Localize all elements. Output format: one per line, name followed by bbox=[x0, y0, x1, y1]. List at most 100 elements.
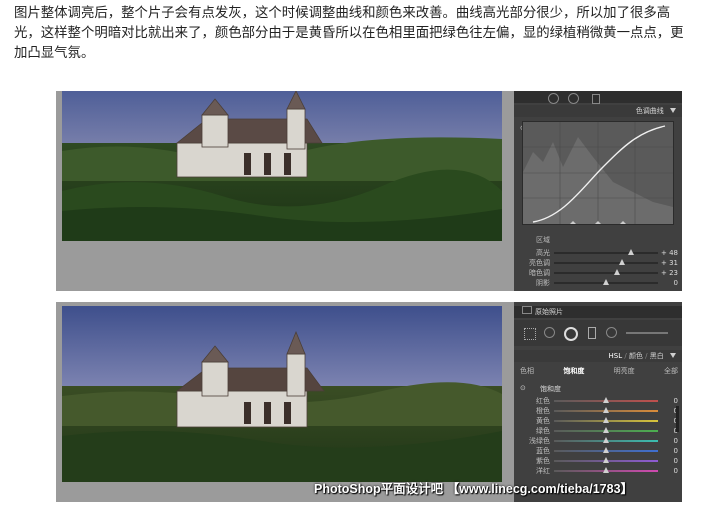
circle-tool-icon[interactable] bbox=[548, 93, 559, 104]
tone-slider-row[interactable]: 暗色调 + 23 bbox=[520, 268, 678, 277]
slider-value: 0 bbox=[658, 427, 678, 435]
intro-text: 图片整体调亮后，整个片子会有点发灰，这个时候调整曲线和颜色来改善。曲线高光部分很… bbox=[14, 4, 714, 64]
slider-label: 暗色调 bbox=[529, 268, 550, 277]
hsl-slider-row[interactable]: 红色 0 bbox=[520, 396, 678, 405]
slider-thumb[interactable] bbox=[603, 466, 609, 473]
watermark: PhotoShop平面设计吧 【www.linecg.com/tieba/178… bbox=[314, 482, 634, 496]
saturation-subtitle: 饱和度 bbox=[540, 385, 561, 393]
slider-label: 亮色调 bbox=[529, 258, 550, 267]
collapse-icon bbox=[670, 108, 676, 113]
slider-thumb[interactable] bbox=[603, 416, 609, 423]
slider-track[interactable] bbox=[554, 446, 658, 453]
slider-track[interactable] bbox=[554, 278, 658, 285]
redeye-tool-icon[interactable] bbox=[564, 327, 578, 341]
radial-filter-icon[interactable] bbox=[606, 327, 617, 338]
target-adjust-icon[interactable]: ⊙ bbox=[520, 384, 526, 392]
slider-track[interactable] bbox=[554, 248, 658, 255]
slider-label: 绿色 bbox=[536, 426, 550, 435]
slider-track[interactable] bbox=[554, 456, 658, 463]
spot-removal-icon[interactable] bbox=[544, 327, 555, 338]
hsl-slider-row[interactable]: 蓝色 0 bbox=[520, 446, 678, 455]
bw-title[interactable]: 黑白 bbox=[650, 352, 664, 360]
screenshot-hsl: 原始照片 HSL / 颜色 / 黑白 色相 饱和度 明亮度 全部 ⊙ 饱和度 红… bbox=[56, 302, 682, 502]
slider-track[interactable] bbox=[554, 416, 658, 423]
hsl-slider-row[interactable]: 紫色 0 bbox=[520, 456, 678, 465]
slider-label: 洋红 bbox=[536, 466, 550, 475]
hsl-tabs: 色相 饱和度 明亮度 全部 bbox=[520, 366, 678, 376]
slider-value: 0 bbox=[673, 278, 678, 287]
tone-slider-row[interactable]: 亮色调 + 31 bbox=[520, 258, 678, 267]
hsl-title[interactable]: HSL bbox=[609, 352, 623, 360]
slider-label: 浅绿色 bbox=[529, 436, 550, 445]
slider-thumb[interactable] bbox=[603, 278, 609, 285]
slider-label: 蓝色 bbox=[536, 446, 550, 455]
tone-curve-header[interactable]: 色调曲线 bbox=[514, 105, 682, 117]
slider-value: 0 bbox=[673, 456, 678, 465]
original-photo-label: 原始照片 bbox=[535, 308, 563, 316]
tone-curve-graph[interactable] bbox=[522, 121, 674, 225]
slider-value: 0 bbox=[658, 407, 678, 415]
slider-label: 阴影 bbox=[536, 278, 550, 287]
region-label: 区域 bbox=[536, 236, 550, 244]
slider-thumb[interactable] bbox=[627, 248, 634, 255]
intro-line-2: 光，这样整个明暗对比就出来了，颜色部分由于是黄昏所以在色相里面把绿色往左偏，显的… bbox=[14, 26, 684, 41]
slider-thumb[interactable] bbox=[618, 258, 625, 265]
tone-slider-row[interactable]: 阴影 0 bbox=[520, 278, 678, 287]
hsl-slider-row[interactable]: 浅绿色 0 bbox=[520, 436, 678, 445]
original-photo-header[interactable]: 原始照片 bbox=[514, 306, 682, 318]
slider-label: 橙色 bbox=[536, 406, 550, 415]
slider-thumb[interactable] bbox=[603, 406, 609, 413]
church-photo-1 bbox=[62, 91, 502, 241]
tab-saturation[interactable]: 饱和度 bbox=[563, 366, 584, 376]
brush-tool-icon[interactable] bbox=[592, 94, 600, 104]
gradient-tool-icon[interactable] bbox=[588, 327, 596, 339]
slider-value: + 48 bbox=[661, 248, 678, 257]
toolbar-icons bbox=[514, 91, 682, 104]
intro-line-1: 图片整体调亮后，整个片子会有点发灰，这个时候调整曲线和颜色来改善。曲线高光部分很… bbox=[14, 6, 671, 21]
scrollbar[interactable] bbox=[676, 406, 679, 432]
slider-label: 黄色 bbox=[536, 416, 550, 425]
crop-tool-icon[interactable] bbox=[524, 328, 536, 340]
brush-slider[interactable] bbox=[626, 332, 668, 334]
slider-thumb[interactable] bbox=[614, 268, 621, 275]
tab-luminance[interactable]: 明亮度 bbox=[614, 366, 635, 376]
slider-track[interactable] bbox=[554, 426, 658, 433]
slider-track[interactable] bbox=[554, 436, 658, 443]
slider-value: + 23 bbox=[661, 268, 678, 277]
slider-value: 0 bbox=[658, 417, 678, 425]
hsl-panel: 原始照片 HSL / 颜色 / 黑白 色相 饱和度 明亮度 全部 ⊙ 饱和度 红… bbox=[514, 302, 682, 502]
slider-track[interactable] bbox=[554, 268, 658, 275]
slider-value: 0 bbox=[673, 466, 678, 475]
radial-tool-icon[interactable] bbox=[568, 93, 579, 104]
hsl-slider-row[interactable]: 黄色 0 bbox=[520, 416, 678, 425]
screenshot-tone-curve: 色调曲线 ⊙ 区域 高光+ 48亮色调+ 31暗色调+ 23阴影0 bbox=[56, 91, 682, 291]
slider-value: 0 bbox=[673, 396, 678, 405]
tone-slider-row[interactable]: 高光 + 48 bbox=[520, 248, 678, 257]
hsl-slider-row[interactable]: 洋红 0 bbox=[520, 466, 678, 475]
hsl-slider-row[interactable]: 绿色 0 bbox=[520, 426, 678, 435]
slider-value: + 31 bbox=[661, 258, 678, 267]
slider-value: 0 bbox=[673, 436, 678, 445]
slider-track[interactable] bbox=[554, 258, 658, 265]
slider-track[interactable] bbox=[554, 466, 658, 473]
church-photo-2 bbox=[62, 306, 502, 482]
slider-label: 红色 bbox=[536, 396, 550, 405]
photo-icon bbox=[522, 306, 532, 314]
color-title[interactable]: 颜色 bbox=[629, 352, 643, 360]
slider-track[interactable] bbox=[554, 396, 658, 403]
tool-strip bbox=[514, 320, 682, 346]
slider-thumb[interactable] bbox=[603, 426, 609, 433]
tone-curve-title: 色调曲线 bbox=[635, 107, 664, 115]
slider-thumb[interactable] bbox=[603, 456, 609, 463]
hsl-slider-row[interactable]: 橙色 0 bbox=[520, 406, 678, 415]
slider-thumb[interactable] bbox=[603, 436, 609, 443]
intro-line-3: 加凸显气氛。 bbox=[14, 46, 95, 61]
tab-all[interactable]: 全部 bbox=[664, 366, 678, 376]
slider-track[interactable] bbox=[554, 406, 658, 413]
slider-label: 高光 bbox=[536, 248, 550, 257]
slider-thumb[interactable] bbox=[603, 446, 609, 453]
slider-thumb[interactable] bbox=[603, 396, 609, 403]
tab-hue[interactable]: 色相 bbox=[520, 366, 534, 376]
hsl-header[interactable]: HSL / 颜色 / 黑白 bbox=[514, 350, 682, 362]
collapse-icon bbox=[670, 353, 676, 358]
